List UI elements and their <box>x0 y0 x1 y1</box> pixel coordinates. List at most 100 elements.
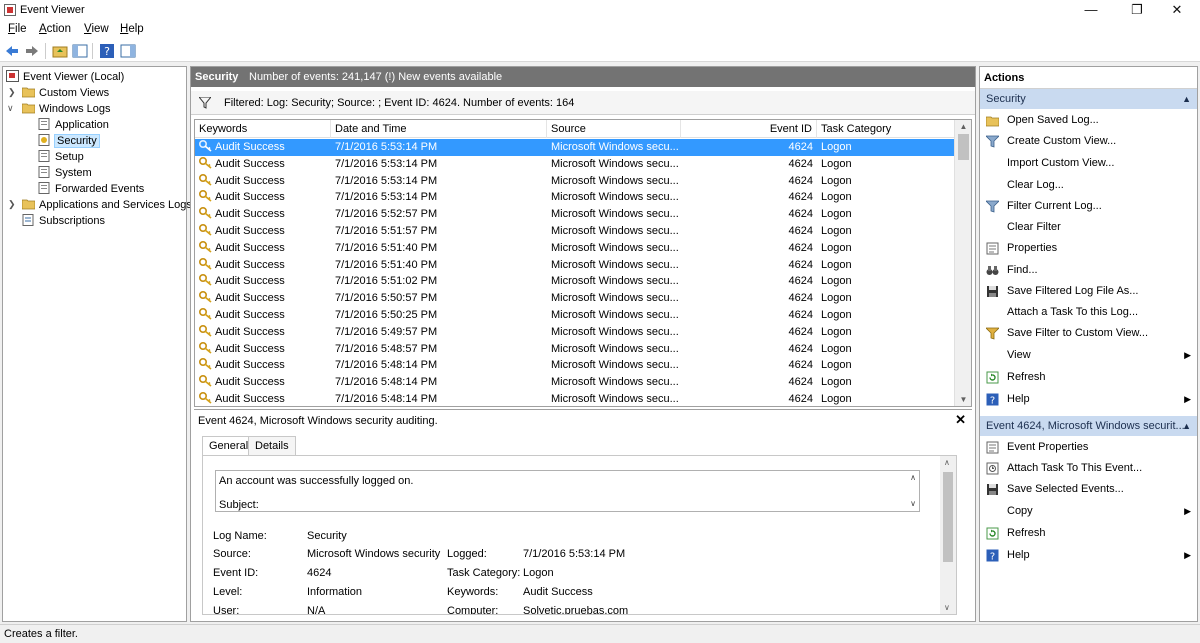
table-row[interactable]: Audit Success 7/1/2016 5:50:25 PM Microsof… <box>195 307 955 324</box>
event-count: Number of events: 241,147 (!) New events… <box>249 71 503 83</box>
action-help[interactable]: ? Help ▶ <box>980 545 1197 565</box>
table-row[interactable]: Audit Success 7/1/2016 5:53:14 PM Microsof… <box>195 156 955 173</box>
action-save-filtered-log-file-as[interactable]: Save Filtered Log File As... <box>980 281 1197 301</box>
tree-item-subscriptions[interactable]: Subscriptions <box>22 213 105 229</box>
close-window-button[interactable]: ✕ <box>1154 0 1200 20</box>
table-row[interactable]: Audit Success 7/1/2016 5:48:14 PM Microsof… <box>195 357 955 374</box>
chevron-right-icon[interactable]: ❯ <box>8 199 16 210</box>
menu-action[interactable]: Action <box>39 23 71 35</box>
chevron-up-icon[interactable]: ∧ <box>910 473 916 482</box>
actions-section-security[interactable]: Security ▲ <box>980 89 1197 109</box>
action-clear-log[interactable]: Clear Log... <box>980 175 1197 195</box>
close-detail-icon[interactable]: ✕ <box>955 412 966 428</box>
actions-section-event[interactable]: Event 4624, Microsoft Windows securit...… <box>980 416 1197 436</box>
action-properties[interactable]: Properties <box>980 238 1197 258</box>
action-refresh[interactable]: Refresh <box>980 367 1197 387</box>
help-icon[interactable]: ? <box>99 43 115 59</box>
forward-arrow-icon[interactable] <box>24 43 40 59</box>
keywords-text: Audit Success <box>215 258 285 271</box>
table-row[interactable]: Audit Success 7/1/2016 5:48:14 PM Microsof… <box>195 391 955 406</box>
tree-item-apps-services-logs[interactable]: Applications and Services Logs <box>22 197 192 213</box>
table-row[interactable]: Audit Success 7/1/2016 5:53:14 PM Microsof… <box>195 139 955 156</box>
tree-item-security[interactable]: Security <box>38 133 100 149</box>
action-create-custom-view[interactable]: Create Custom View... <box>980 131 1197 151</box>
table-row[interactable]: Audit Success 7/1/2016 5:51:40 PM Microsof… <box>195 240 955 257</box>
tree-item-application[interactable]: Application <box>38 117 109 133</box>
scroll-up-arrow-icon[interactable]: ▲ <box>955 122 971 131</box>
tree-item-event-viewer-local[interactable]: Event Viewer (Local) <box>6 69 124 85</box>
back-arrow-icon[interactable] <box>4 43 20 59</box>
cell-keywords: Audit Success <box>199 257 329 273</box>
action-filter-current-log[interactable]: Filter Current Log... <box>980 196 1197 216</box>
scroll-thumb[interactable] <box>943 472 953 562</box>
action-help[interactable]: ? Help ▶ <box>980 389 1197 409</box>
scroll-down-arrow-icon[interactable]: ∨ <box>944 603 950 612</box>
minimize-button[interactable]: — <box>1068 0 1114 20</box>
table-row[interactable]: Audit Success 7/1/2016 5:50:57 PM Microsof… <box>195 290 955 307</box>
collapse-up-icon[interactable]: ▲ <box>1182 416 1191 436</box>
table-row[interactable]: Audit Success 7/1/2016 5:48:14 PM Microsof… <box>195 374 955 391</box>
chevron-down-icon[interactable]: ∨ <box>7 103 14 114</box>
table-row[interactable]: Audit Success 7/1/2016 5:49:57 PM Microsof… <box>195 324 955 341</box>
task-category-label: Task Category: <box>447 567 521 579</box>
collapse-up-icon[interactable]: ▲ <box>1182 89 1191 109</box>
action-attach-task-to-this-event[interactable]: Attach Task To This Event... <box>980 458 1197 478</box>
action-find[interactable]: Find... <box>980 260 1197 280</box>
chevron-right-icon[interactable]: ❯ <box>8 87 16 98</box>
cell-source: Microsoft Windows secu... <box>551 225 679 237</box>
table-row[interactable]: Audit Success 7/1/2016 5:52:57 PM Microsof… <box>195 206 955 223</box>
keywords-text: Audit Success <box>215 342 285 355</box>
table-row[interactable]: Audit Success 7/1/2016 5:53:14 PM Microsof… <box>195 173 955 190</box>
title-bar: Event Viewer — ❐ ✕ <box>0 0 1200 20</box>
action-view[interactable]: View ▶ <box>980 345 1197 365</box>
menu-file[interactable]: File <box>8 23 27 35</box>
column-keywords[interactable]: Keywords <box>195 120 331 138</box>
column-event-id[interactable]: Event ID <box>681 120 817 138</box>
detail-scrollbar[interactable]: ∧ ∨ <box>940 456 956 614</box>
table-row[interactable]: Audit Success 7/1/2016 5:51:57 PM Microsof… <box>195 223 955 240</box>
tree-item-custom-views[interactable]: Custom Views <box>22 85 109 101</box>
event-message-box[interactable]: An account was successfully logged on. S… <box>215 470 920 512</box>
action-save-filter-to-custom-view[interactable]: Save Filter to Custom View... <box>980 323 1197 343</box>
column-task-category[interactable]: Task Category <box>817 120 955 138</box>
action-event-properties[interactable]: Event Properties <box>980 437 1197 457</box>
grid-scrollbar[interactable]: ▲ ▼ <box>954 120 971 406</box>
show-hide-tree-icon[interactable] <box>72 43 88 59</box>
action-import-custom-view[interactable]: Import Custom View... <box>980 153 1197 173</box>
action-clear-filter[interactable]: Clear Filter <box>980 217 1197 237</box>
action-refresh[interactable]: Refresh <box>980 523 1197 543</box>
menu-help[interactable]: Help <box>120 23 144 35</box>
table-row[interactable]: Audit Success 7/1/2016 5:51:40 PM Microsof… <box>195 257 955 274</box>
menu-view[interactable]: View <box>84 23 109 35</box>
action-label: Properties <box>1007 242 1058 254</box>
keywords-text: Audit Success <box>215 141 285 153</box>
action-copy[interactable]: Copy ▶ <box>980 501 1197 521</box>
tab-details[interactable]: Details <box>248 436 296 456</box>
column-source[interactable]: Source <box>547 120 681 138</box>
action-open-saved-log[interactable]: Open Saved Log... <box>980 110 1197 130</box>
folder-up-icon[interactable] <box>52 43 68 59</box>
table-row[interactable]: Audit Success 7/1/2016 5:53:14 PM Microsof… <box>195 189 955 206</box>
scroll-down-arrow-icon[interactable]: ▼ <box>955 395 971 404</box>
cell-date-time: 7/1/2016 5:53:14 PM <box>335 157 438 170</box>
tree-item-windows-logs[interactable]: Windows Logs <box>22 101 111 117</box>
keywords-text: Audit Success <box>215 393 285 405</box>
action-attach-a-task-to-this-log[interactable]: Attach a Task To this Log... <box>980 302 1197 322</box>
scroll-thumb[interactable] <box>958 134 969 160</box>
action-save-selected-events[interactable]: Save Selected Events... <box>980 479 1197 499</box>
svg-text:?: ? <box>104 45 110 58</box>
chevron-down-icon[interactable]: ∨ <box>910 499 916 508</box>
tree-item-forwarded-events[interactable]: Forwarded Events <box>38 181 144 197</box>
scroll-up-arrow-icon[interactable]: ∧ <box>944 458 950 467</box>
show-action-pane-icon[interactable] <box>120 43 136 59</box>
detail-body: An account was successfully logged on. S… <box>202 455 957 615</box>
table-row[interactable]: Audit Success 7/1/2016 5:48:57 PM Microsof… <box>195 341 955 358</box>
column-date-time[interactable]: Date and Time <box>331 120 547 138</box>
cell-task-category: Logon <box>821 292 852 305</box>
cell-date-time: 7/1/2016 5:52:57 PM <box>335 208 438 221</box>
section-label: Event 4624, Microsoft Windows securit... <box>986 420 1185 432</box>
tree-item-setup[interactable]: Setup <box>38 149 84 165</box>
tree-item-system[interactable]: System <box>38 165 92 181</box>
table-row[interactable]: Audit Success 7/1/2016 5:51:02 PM Microsof… <box>195 273 955 290</box>
detail-title: Event 4624, Microsoft Windows security a… <box>198 415 438 427</box>
